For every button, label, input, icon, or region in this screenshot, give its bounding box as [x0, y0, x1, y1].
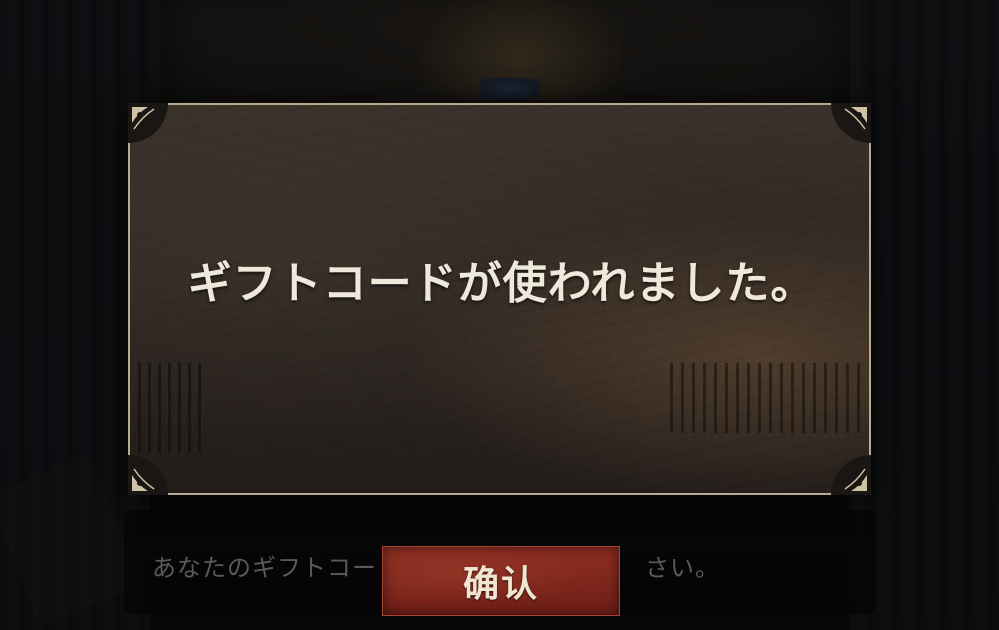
dialog-fence-right [670, 363, 860, 433]
confirm-button-label: 确认 [462, 564, 539, 605]
dialog-fence-left [138, 363, 208, 453]
corner-ornament-bottom-left-icon [128, 455, 168, 495]
confirm-button[interactable]: 确认 [382, 546, 620, 616]
placeholder-text-left: あなたのギフトコー [152, 554, 377, 582]
dialog-message: ギフトコードが使われました。 [187, 258, 816, 309]
corner-ornament-top-left-icon [128, 103, 168, 143]
corner-ornament-bottom-right-icon [831, 455, 871, 495]
game-screen: あなたのギフトコー さい。 确认 ギフトコードが使われました。 [0, 0, 999, 630]
placeholder-text-right: さい。 [645, 554, 720, 582]
notification-dialog: ギフトコードが使われました。 [128, 103, 871, 495]
corner-ornament-top-right-icon [831, 103, 871, 143]
